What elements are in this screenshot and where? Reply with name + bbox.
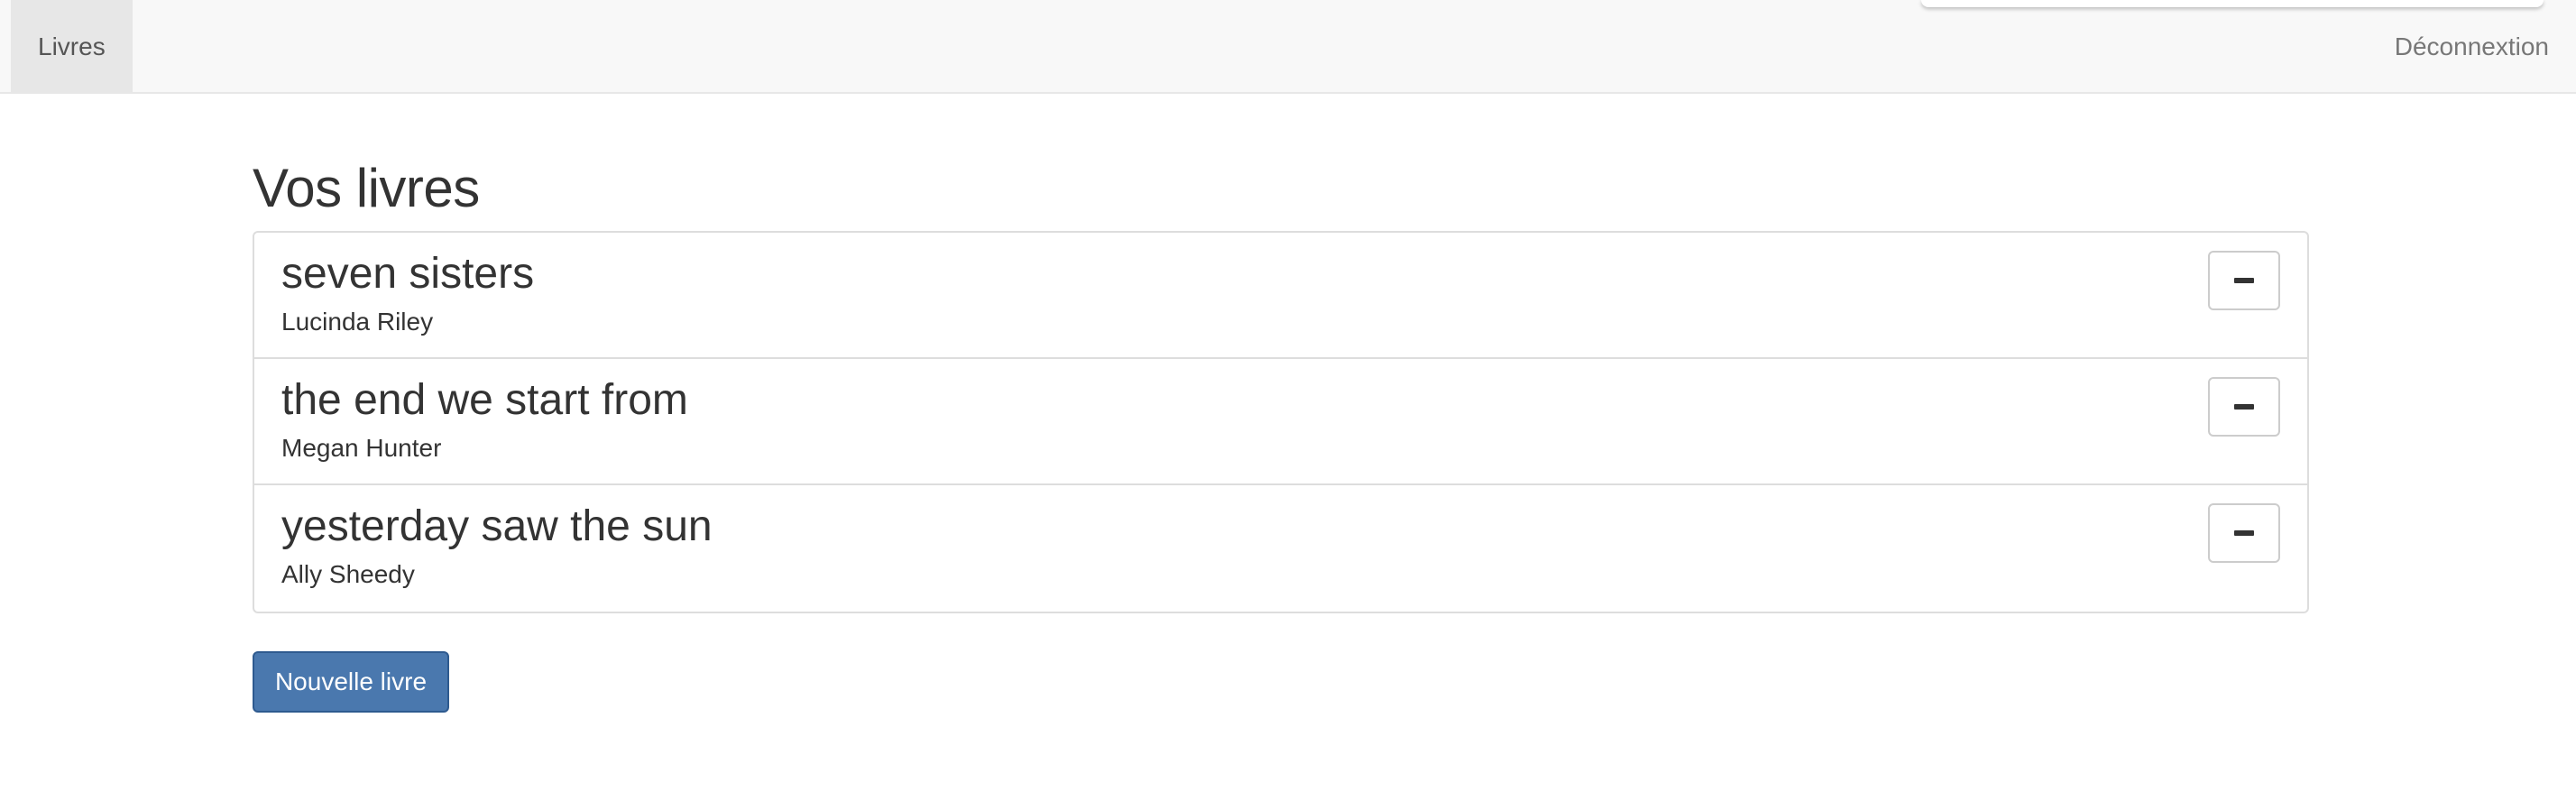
minus-icon xyxy=(2234,404,2254,410)
list-item: the end we start from Megan Hunter xyxy=(254,359,2307,485)
book-title: yesterday saw the sun xyxy=(281,502,713,550)
book-author: Lucinda Riley xyxy=(281,308,434,336)
remove-book-button[interactable] xyxy=(2208,377,2280,437)
remove-book-button[interactable] xyxy=(2208,503,2280,563)
list-item: yesterday saw the sun Ally Sheedy xyxy=(254,485,2307,612)
tab-livres[interactable]: Livres xyxy=(11,0,133,94)
book-title: the end we start from xyxy=(281,376,688,424)
remove-book-button[interactable] xyxy=(2208,251,2280,310)
page-title: Vos livres xyxy=(253,158,480,218)
navbar: Livres Déconnextion xyxy=(0,0,2576,94)
navbar-left: Livres xyxy=(11,0,133,94)
book-list: seven sisters Lucinda Riley the end we s… xyxy=(253,231,2309,613)
tab-livres-label: Livres xyxy=(38,32,106,60)
list-item: seven sisters Lucinda Riley xyxy=(254,233,2307,359)
main-container: Vos livres seven sisters Lucinda Riley t… xyxy=(253,159,2309,713)
logout-link[interactable]: Déconnextion xyxy=(2373,32,2571,61)
book-author: Ally Sheedy xyxy=(281,560,415,589)
new-book-button[interactable]: Nouvelle livre xyxy=(253,651,449,713)
minus-icon xyxy=(2234,278,2254,283)
book-title: seven sisters xyxy=(281,250,535,298)
navbar-right: Déconnextion xyxy=(2373,0,2571,94)
minus-icon xyxy=(2234,530,2254,536)
book-author: Megan Hunter xyxy=(281,434,442,463)
